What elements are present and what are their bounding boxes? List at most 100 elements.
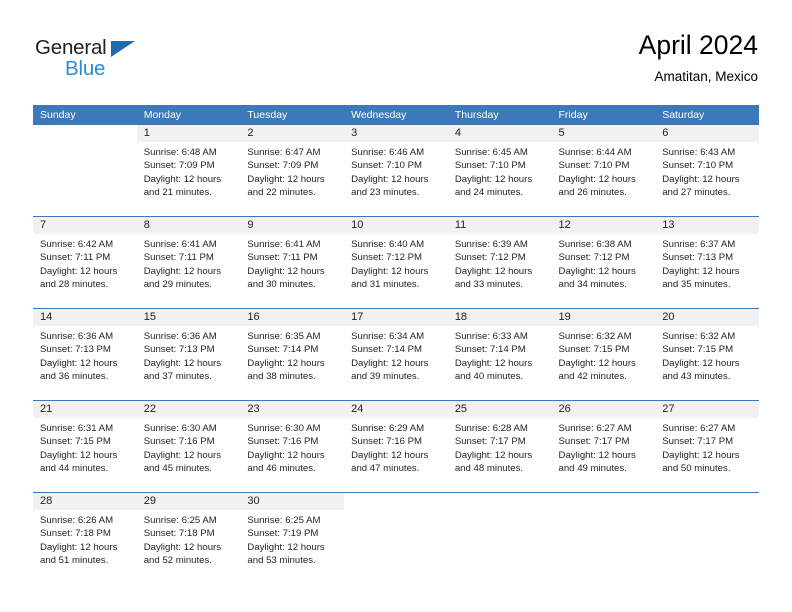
day-cell[interactable]: Sunrise: 6:36 AM Sunset: 7:13 PM Daylight:… <box>136 326 241 401</box>
day-cell[interactable]: Sunrise: 6:25 AM Sunset: 7:19 PM Daylight:… <box>240 510 345 584</box>
day-cell[interactable]: Sunrise: 6:32 AM Sunset: 7:15 PM Daylight:… <box>655 326 759 401</box>
sunset-text: Sunset: 7:18 PM <box>40 528 111 540</box>
day-number[interactable]: 20 <box>655 308 759 326</box>
day-cell[interactable]: Sunrise: 6:38 AM Sunset: 7:12 PM Daylight:… <box>551 234 656 309</box>
daylight-text: and 21 minutes. <box>143 187 212 199</box>
day-number[interactable]: 10 <box>344 216 448 234</box>
daylight-text: and 50 minutes. <box>662 463 731 475</box>
day-cell[interactable]: Sunrise: 6:45 AM Sunset: 7:10 PM Daylight:… <box>447 142 552 217</box>
sunrise-text: Sunrise: 6:39 AM <box>454 239 528 250</box>
day-number[interactable]: 16 <box>240 308 345 326</box>
calendar-header-row: Sunday Monday Tuesday Wednesday Thursday Frid… <box>33 105 759 125</box>
sunset-text: Sunset: 7:10 PM <box>558 160 630 172</box>
general-blue-logo[interactable]: General Blue <box>35 36 235 86</box>
day-cell[interactable]: Sunrise: 6:30 AM Sunset: 7:16 PM Daylight:… <box>136 418 241 493</box>
day-number[interactable]: 2 <box>240 125 345 142</box>
day-number[interactable]: 9 <box>240 216 345 234</box>
sunrise-text: Sunrise: 6:34 AM <box>351 331 425 342</box>
daylight-text: Daylight: 12 hours <box>143 449 222 461</box>
daylight-text: Daylight: 12 hours <box>143 357 222 369</box>
day-number[interactable]: 13 <box>655 216 759 234</box>
day-number[interactable]: 30 <box>240 492 345 510</box>
sunrise-text: Sunrise: 6:36 AM <box>40 331 114 342</box>
daylight-text: and 49 minutes. <box>558 463 627 475</box>
sunset-text: Sunset: 7:12 PM <box>351 252 423 264</box>
day-cell[interactable]: Sunrise: 6:27 AM Sunset: 7:17 PM Daylight:… <box>551 418 656 493</box>
day-number[interactable]: 1 <box>136 125 241 142</box>
day-cell[interactable]: Sunrise: 6:41 AM Sunset: 7:11 PM Daylight:… <box>240 234 345 309</box>
day-number[interactable]: 24 <box>344 400 448 418</box>
day-number[interactable]: 19 <box>551 308 656 326</box>
weekday-header-friday: Friday <box>551 105 656 125</box>
day-cell[interactable]: Sunrise: 6:43 AM Sunset: 7:10 PM Daylight:… <box>655 142 759 217</box>
daylight-text: Daylight: 12 hours <box>40 449 118 461</box>
day-cell[interactable]: Sunrise: 6:39 AM Sunset: 7:12 PM Daylight:… <box>447 234 552 309</box>
day-cell[interactable]: Sunrise: 6:25 AM Sunset: 7:18 PM Daylight:… <box>136 510 241 584</box>
daylight-text: Daylight: 12 hours <box>247 265 325 277</box>
day-number[interactable]: 14 <box>33 308 137 326</box>
sunset-text: Sunset: 7:16 PM <box>143 436 215 448</box>
day-cell[interactable]: Sunrise: 6:26 AM Sunset: 7:18 PM Daylight:… <box>33 510 137 584</box>
day-number[interactable]: 21 <box>33 400 137 418</box>
day-number[interactable]: 29 <box>136 492 241 510</box>
page-header: General Blue April 2024 Amatitan, Mexico <box>0 0 792 100</box>
day-number[interactable]: 7 <box>33 216 137 234</box>
day-cell[interactable]: Sunrise: 6:34 AM Sunset: 7:14 PM Daylight:… <box>344 326 448 401</box>
daylight-text: and 35 minutes. <box>662 279 731 291</box>
day-number[interactable]: 11 <box>447 216 552 234</box>
day-cell[interactable]: Sunrise: 6:27 AM Sunset: 7:17 PM Daylight:… <box>655 418 759 493</box>
sunrise-text: Sunrise: 6:30 AM <box>143 423 217 434</box>
sunset-text: Sunset: 7:16 PM <box>351 436 423 448</box>
day-cell[interactable]: Sunrise: 6:37 AM Sunset: 7:13 PM Daylight:… <box>655 234 759 309</box>
day-cell[interactable]: Sunrise: 6:40 AM Sunset: 7:12 PM Daylight:… <box>344 234 448 309</box>
day-number[interactable]: 6 <box>655 125 759 142</box>
day-number[interactable]: 23 <box>240 400 345 418</box>
daylight-text: and 22 minutes. <box>247 187 316 199</box>
day-number[interactable]: 22 <box>136 400 241 418</box>
daylight-text: and 31 minutes. <box>351 279 420 291</box>
daylight-text: Daylight: 12 hours <box>247 541 325 553</box>
day-number[interactable]: 12 <box>551 216 656 234</box>
sunset-text: Sunset: 7:12 PM <box>454 252 526 264</box>
day-cell[interactable]: Sunrise: 6:35 AM Sunset: 7:14 PM Daylight:… <box>240 326 345 401</box>
page-title: April 2024 <box>638 30 758 60</box>
day-cell[interactable]: Sunrise: 6:41 AM Sunset: 7:11 PM Daylight:… <box>136 234 241 309</box>
day-cell[interactable]: Sunrise: 6:47 AM Sunset: 7:09 PM Daylight:… <box>240 142 345 217</box>
day-cell[interactable]: Sunrise: 6:48 AM Sunset: 7:09 PM Daylight:… <box>136 142 241 217</box>
sunset-text: Sunset: 7:17 PM <box>454 436 526 448</box>
sunrise-text: Sunrise: 6:46 AM <box>351 147 425 158</box>
day-number[interactable]: 5 <box>551 125 656 142</box>
daylight-text: and 30 minutes. <box>247 279 316 291</box>
daylight-text: Daylight: 12 hours <box>143 265 222 277</box>
daylight-text: Daylight: 12 hours <box>351 173 429 185</box>
day-cell[interactable]: Sunrise: 6:36 AM Sunset: 7:13 PM Daylight:… <box>33 326 137 401</box>
day-cell[interactable]: Sunrise: 6:46 AM Sunset: 7:10 PM Daylight:… <box>344 142 448 217</box>
day-number[interactable]: 8 <box>136 216 241 234</box>
day-number[interactable]: 4 <box>447 125 552 142</box>
day-number[interactable]: 26 <box>551 400 656 418</box>
daylight-text: and 53 minutes. <box>247 555 316 567</box>
day-number[interactable]: 15 <box>136 308 241 326</box>
day-cell[interactable]: Sunrise: 6:44 AM Sunset: 7:10 PM Daylight:… <box>551 142 656 217</box>
daylight-text: and 37 minutes. <box>143 371 212 383</box>
day-number[interactable]: 3 <box>344 125 448 142</box>
daylight-text: and 45 minutes. <box>143 463 212 475</box>
weekday-header-thursday: Thursday <box>447 105 552 125</box>
sunset-text: Sunset: 7:14 PM <box>247 344 319 356</box>
day-cell[interactable]: Sunrise: 6:30 AM Sunset: 7:16 PM Daylight:… <box>240 418 345 493</box>
page-subtitle: Amatitan, Mexico <box>654 69 758 85</box>
day-cell[interactable]: Sunrise: 6:31 AM Sunset: 7:15 PM Daylight:… <box>33 418 137 493</box>
day-cell[interactable]: Sunrise: 6:33 AM Sunset: 7:14 PM Daylight:… <box>447 326 552 401</box>
day-cell[interactable]: Sunrise: 6:32 AM Sunset: 7:15 PM Daylight:… <box>551 326 656 401</box>
day-number-empty <box>344 492 448 510</box>
day-number[interactable]: 18 <box>447 308 552 326</box>
day-number[interactable]: 25 <box>447 400 552 418</box>
day-number[interactable]: 17 <box>344 308 448 326</box>
day-number[interactable]: 27 <box>655 400 759 418</box>
day-cell[interactable]: Sunrise: 6:42 AM Sunset: 7:11 PM Daylight:… <box>33 234 137 309</box>
daylight-text: Daylight: 12 hours <box>143 541 222 553</box>
day-cell[interactable]: Sunrise: 6:29 AM Sunset: 7:16 PM Daylight:… <box>344 418 448 493</box>
daylight-text: Daylight: 12 hours <box>40 265 118 277</box>
day-cell[interactable]: Sunrise: 6:28 AM Sunset: 7:17 PM Daylight:… <box>447 418 552 493</box>
day-number[interactable]: 28 <box>33 492 137 510</box>
